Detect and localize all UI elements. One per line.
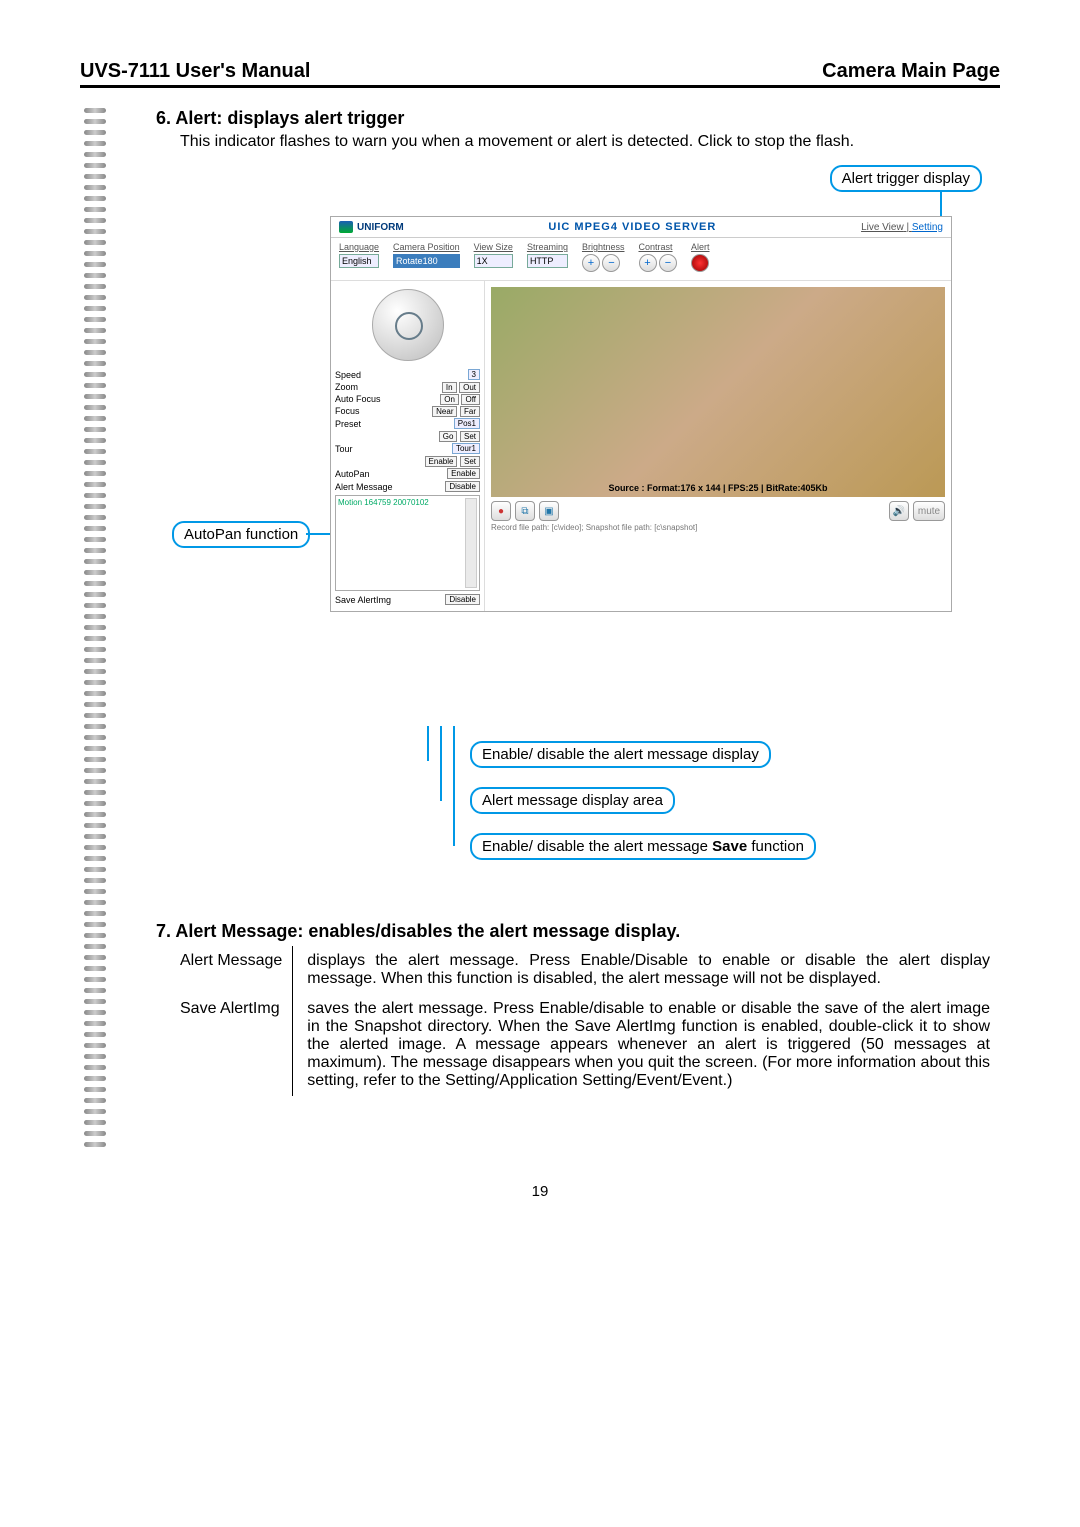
- preset-go-button[interactable]: Go: [439, 431, 458, 442]
- snapshot-icon[interactable]: ⧉: [515, 501, 535, 521]
- toolbar-contrast-label: Contrast: [639, 242, 678, 252]
- af-on-button[interactable]: On: [440, 394, 459, 405]
- page-number: 19: [80, 1183, 1000, 1200]
- row-val: saves the alert message. Press Enable/di…: [293, 994, 1000, 1096]
- table-row: Save AlertImg saves the alert message. P…: [180, 994, 1000, 1096]
- logo-text: UNIFORM: [357, 222, 404, 233]
- language-select[interactable]: English: [339, 254, 379, 268]
- alertmsg-label: Alert Message: [335, 482, 393, 492]
- toolbar-viewsize-label: View Size: [474, 242, 513, 252]
- toolbar-language-label: Language: [339, 242, 379, 252]
- savealert-label: Save AlertImg: [335, 595, 391, 605]
- toolbar-camerapos-label: Camera Position: [393, 242, 460, 252]
- zoom-in-button[interactable]: In: [442, 382, 457, 393]
- toolbar: Language English Camera Position Rotate1…: [331, 238, 951, 281]
- spiral-binding: [80, 98, 110, 1153]
- viewsize-select[interactable]: 1X: [474, 254, 513, 268]
- ptz-dial-icon[interactable]: [372, 289, 444, 361]
- contrast-minus[interactable]: −: [659, 254, 677, 272]
- row-key: Alert Message: [180, 946, 293, 994]
- contrast-plus[interactable]: +: [639, 254, 657, 272]
- brightness-plus[interactable]: +: [582, 254, 600, 272]
- header-left: UVS-7111 User's Manual: [80, 60, 310, 83]
- callout-msg-area: Alert message display area: [470, 787, 675, 814]
- focus-near-button[interactable]: Near: [432, 406, 457, 417]
- description-table: Alert Message displays the alert message…: [180, 946, 1000, 1096]
- alert-indicator-icon[interactable]: [691, 254, 709, 272]
- video-area: Source : Format:176 x 144 | FPS:25 | Bit…: [491, 287, 945, 497]
- callout-line: [427, 726, 429, 761]
- section-6-title: 6. Alert: displays alert trigger: [156, 108, 1000, 129]
- alertmsg-disable-button[interactable]: Disable: [445, 481, 480, 492]
- page-header: UVS-7111 User's Manual Camera Main Page: [80, 60, 1000, 88]
- toolbar-streaming-label: Streaming: [527, 242, 568, 252]
- alert-message-box: Motion 164759 20070102: [335, 495, 480, 591]
- af-off-button[interactable]: Off: [461, 394, 480, 405]
- folder-icon[interactable]: ▣: [539, 501, 559, 521]
- callout-line: [440, 726, 442, 801]
- row-key: Save AlertImg: [180, 994, 293, 1096]
- zoom-label: Zoom: [335, 382, 358, 392]
- callout-alert-trigger: Alert trigger display: [830, 165, 982, 192]
- zoom-out-button[interactable]: Out: [459, 382, 480, 393]
- app-logo: UNIFORM: [339, 221, 404, 233]
- section-7-title: 7. Alert Message: enables/disables the a…: [156, 921, 1000, 942]
- autopan-label: AutoPan: [335, 469, 370, 479]
- preset-select[interactable]: Pos1: [454, 418, 480, 429]
- alert-message-sample: Motion 164759 20070102: [338, 498, 429, 507]
- app-links: Live View | Setting: [861, 222, 943, 233]
- preset-label: Preset: [335, 419, 361, 429]
- tour-enable-button[interactable]: Enable: [425, 456, 458, 467]
- logo-icon: [339, 221, 353, 233]
- brightness-minus[interactable]: −: [602, 254, 620, 272]
- speaker-icon[interactable]: 🔊: [889, 501, 909, 521]
- figure-screenshot: Alert trigger display AutoPan function U…: [130, 161, 1000, 901]
- streaming-select[interactable]: HTTP: [527, 254, 568, 268]
- video-source-info: Source : Format:176 x 144 | FPS:25 | Bit…: [608, 483, 827, 493]
- callout-enable-msg: Enable/ disable the alert message displa…: [470, 741, 771, 768]
- callout-autopan: AutoPan function: [172, 521, 310, 548]
- savealert-disable-button[interactable]: Disable: [445, 594, 480, 605]
- section-6-body: This indicator flashes to warn you when …: [180, 133, 1000, 151]
- preset-set-button[interactable]: Set: [460, 431, 480, 442]
- tour-label: Tour: [335, 444, 353, 454]
- toolbar-brightness-label: Brightness: [582, 242, 625, 252]
- record-icon[interactable]: ●: [491, 501, 511, 521]
- file-path-line: Record file path: [c\video]; Snapshot fi…: [491, 523, 945, 532]
- tour-select[interactable]: Tour1: [452, 443, 480, 454]
- link-live-view[interactable]: Live View: [861, 222, 904, 233]
- link-setting[interactable]: Setting: [912, 222, 943, 233]
- table-row: Alert Message displays the alert message…: [180, 946, 1000, 994]
- app-title: UIC MPEG4 VIDEO SERVER: [548, 221, 716, 233]
- mute-icon[interactable]: mute: [913, 501, 945, 521]
- row-val: displays the alert message. Press Enable…: [293, 946, 1000, 994]
- callout-save-func: Enable/ disable the alert message Save f…: [470, 833, 816, 860]
- view-panel: Source : Format:176 x 144 | FPS:25 | Bit…: [485, 281, 951, 611]
- speed-select[interactable]: 3: [468, 369, 480, 380]
- tour-set-button[interactable]: Set: [460, 456, 480, 467]
- speed-label: Speed: [335, 370, 361, 380]
- camerapos-select[interactable]: Rotate180: [393, 254, 460, 268]
- autofocus-label: Auto Focus: [335, 394, 381, 404]
- focus-label: Focus: [335, 406, 360, 416]
- callout-line: [453, 726, 455, 846]
- focus-far-button[interactable]: Far: [460, 406, 480, 417]
- autopan-enable-button[interactable]: Enable: [447, 468, 480, 479]
- toolbar-alert-label: Alert: [691, 242, 710, 252]
- header-right: Camera Main Page: [822, 60, 1000, 83]
- app-window: UNIFORM UIC MPEG4 VIDEO SERVER Live View…: [330, 216, 952, 612]
- side-panel: Speed 3 Zoom In Out Auto Focus On Off Focus…: [331, 281, 485, 611]
